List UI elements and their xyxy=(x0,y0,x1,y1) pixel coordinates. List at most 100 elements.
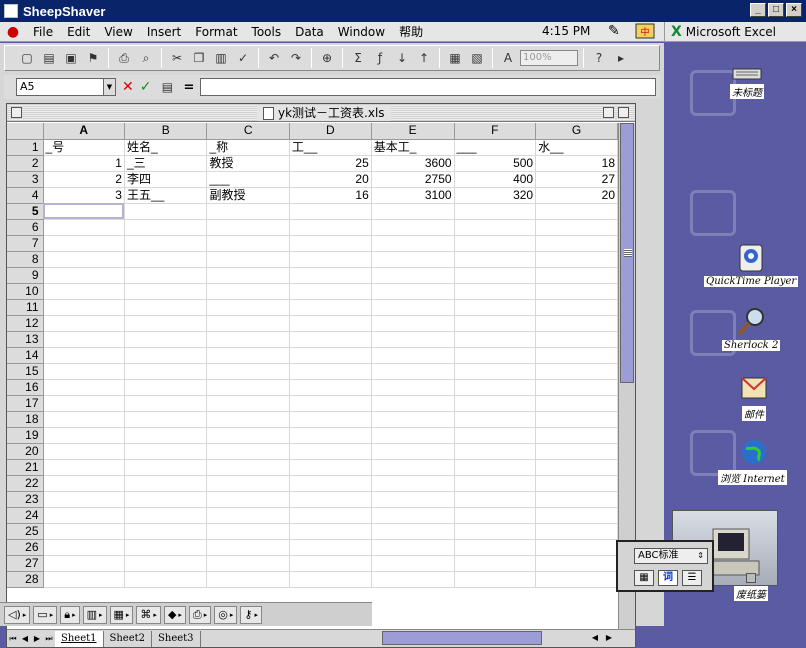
sheet-cell[interactable]: 教授 xyxy=(206,155,290,172)
sheet-cell[interactable]: 27 xyxy=(535,171,618,188)
row-header[interactable]: 20 xyxy=(7,443,44,460)
sheet-cell[interactable] xyxy=(289,539,372,556)
sheet-cell[interactable] xyxy=(124,555,208,572)
edit-formula-icon[interactable]: = xyxy=(183,80,194,95)
ime-word-button[interactable]: 词 xyxy=(658,570,678,586)
row-header[interactable]: 14 xyxy=(7,347,44,364)
sheet-cell[interactable] xyxy=(535,571,618,588)
sheet-cell[interactable] xyxy=(371,507,455,524)
sort-ascending-icon[interactable]: ↓ xyxy=(392,48,412,68)
sheet-cell[interactable] xyxy=(371,395,455,412)
sheet-cell[interactable] xyxy=(206,379,290,396)
sheet-cell[interactable]: 18 xyxy=(535,155,618,172)
sheet-cell[interactable] xyxy=(206,315,290,332)
sheet-cell[interactable] xyxy=(289,395,372,412)
sheet-cell[interactable] xyxy=(289,427,372,444)
row-header[interactable]: 12 xyxy=(7,315,44,332)
sheet-cell[interactable] xyxy=(454,475,537,492)
sheet-cell[interactable]: 3600 xyxy=(371,155,455,172)
sheet-cell[interactable]: 3100 xyxy=(371,187,455,204)
sheet-cell[interactable] xyxy=(124,395,208,412)
sheet-cell[interactable] xyxy=(124,267,208,284)
sheet-cell[interactable] xyxy=(535,283,618,300)
sheet-cell[interactable] xyxy=(454,571,537,588)
sheet-cell[interactable] xyxy=(371,555,455,572)
input-method-icon[interactable]: 中 xyxy=(634,22,658,41)
sheet-cell[interactable] xyxy=(124,427,208,444)
sheet-cell[interactable]: 320 xyxy=(454,187,537,204)
sheet-cell[interactable] xyxy=(289,555,372,572)
row-header[interactable]: 27 xyxy=(7,555,44,572)
sheet-cell[interactable] xyxy=(124,571,208,588)
sheet-cell[interactable] xyxy=(535,315,618,332)
sheet-cell[interactable]: 16 xyxy=(289,187,372,204)
sheet-cell[interactable] xyxy=(371,203,455,220)
sheet-cell[interactable] xyxy=(43,491,125,508)
zoom-select[interactable]: 100% xyxy=(520,50,578,66)
sheet-cell[interactable] xyxy=(535,267,618,284)
sheet-cell[interactable] xyxy=(535,331,618,348)
row-header[interactable]: 25 xyxy=(7,523,44,540)
sheet-cell[interactable] xyxy=(454,459,537,476)
sheet-cell[interactable] xyxy=(124,283,208,300)
sheet-cell[interactable] xyxy=(206,363,290,380)
sheet-cell[interactable] xyxy=(206,539,290,556)
menu-insert[interactable]: Insert xyxy=(140,25,188,39)
format-painter-icon[interactable]: ✓ xyxy=(233,48,253,68)
sheet-cell[interactable] xyxy=(454,539,537,556)
sheet-cell[interactable] xyxy=(124,299,208,316)
sheet-cell[interactable] xyxy=(454,219,537,236)
sheet-cell[interactable] xyxy=(43,251,125,268)
keychain-icon[interactable]: ⚷ ▸ xyxy=(240,605,262,624)
sheet-cell[interactable] xyxy=(454,555,537,572)
sheet-cell[interactable] xyxy=(289,315,372,332)
sheet-cell[interactable] xyxy=(289,203,372,220)
sheet-cell[interactable] xyxy=(535,235,618,252)
color-depth-icon[interactable]: ▥ ▸ xyxy=(82,605,107,624)
sheet-cell[interactable] xyxy=(289,219,372,236)
copy-icon[interactable]: ❐ xyxy=(189,48,209,68)
sheet-cell[interactable] xyxy=(206,427,290,444)
sheet-cell[interactable] xyxy=(535,491,618,508)
sheet-cell[interactable] xyxy=(535,251,618,268)
sheet-cell[interactable] xyxy=(43,347,125,364)
column-header[interactable]: A xyxy=(43,123,125,140)
lock-icon[interactable]: 🔒︎ ▸ xyxy=(60,605,80,624)
sheet-cell[interactable] xyxy=(124,235,208,252)
sheet-cell[interactable]: 20 xyxy=(289,171,372,188)
sheet-cell[interactable] xyxy=(124,523,208,540)
sheet-cell[interactable] xyxy=(535,379,618,396)
sheet-cell[interactable] xyxy=(535,299,618,316)
sheet-cell[interactable]: 基本工_ xyxy=(371,139,455,156)
sheet-cell[interactable] xyxy=(371,523,455,540)
row-header[interactable]: 11 xyxy=(7,299,44,316)
hyperlink-icon[interactable]: ⊕ xyxy=(317,48,337,68)
sheet-cell[interactable] xyxy=(43,203,125,220)
sheet-cell[interactable] xyxy=(454,315,537,332)
sheet-tab-sheet3[interactable]: Sheet3 xyxy=(152,630,201,647)
sheet-cell[interactable] xyxy=(454,203,537,220)
sheet-cell[interactable] xyxy=(43,427,125,444)
sheet-cell[interactable]: 王五__ xyxy=(124,187,208,204)
sheet-cell[interactable] xyxy=(43,459,125,476)
column-header[interactable]: F xyxy=(454,123,537,140)
sheet-cell[interactable] xyxy=(371,251,455,268)
sheet-cell[interactable]: _号 xyxy=(43,139,125,156)
sheet-cell[interactable] xyxy=(206,203,290,220)
sheet-cell[interactable] xyxy=(206,267,290,284)
menu-file[interactable]: File xyxy=(26,25,60,39)
sheet-cell[interactable] xyxy=(206,555,290,572)
file-sharing-icon[interactable]: ⌘ ▸ xyxy=(136,605,161,624)
sheet-cell[interactable] xyxy=(206,443,290,460)
sheet-cell[interactable] xyxy=(43,299,125,316)
open-icon[interactable]: ▤ xyxy=(39,48,59,68)
sheet-cell[interactable] xyxy=(124,539,208,556)
sheet-cell[interactable] xyxy=(43,395,125,412)
office-assistant-icon[interactable]: ? xyxy=(589,48,609,68)
sheet-cell[interactable] xyxy=(535,459,618,476)
sheet-cell[interactable] xyxy=(289,235,372,252)
sheet-cell[interactable]: 姓名_ xyxy=(124,139,208,156)
sheet-cell[interactable] xyxy=(124,203,208,220)
spreadsheet-grid[interactable]: A B C D E F G 1 _号 姓名_ _称 工__ 基本工_ ___ 水__ 2 1 _三教… xyxy=(7,123,618,629)
maximize-button[interactable]: □ xyxy=(768,3,784,17)
